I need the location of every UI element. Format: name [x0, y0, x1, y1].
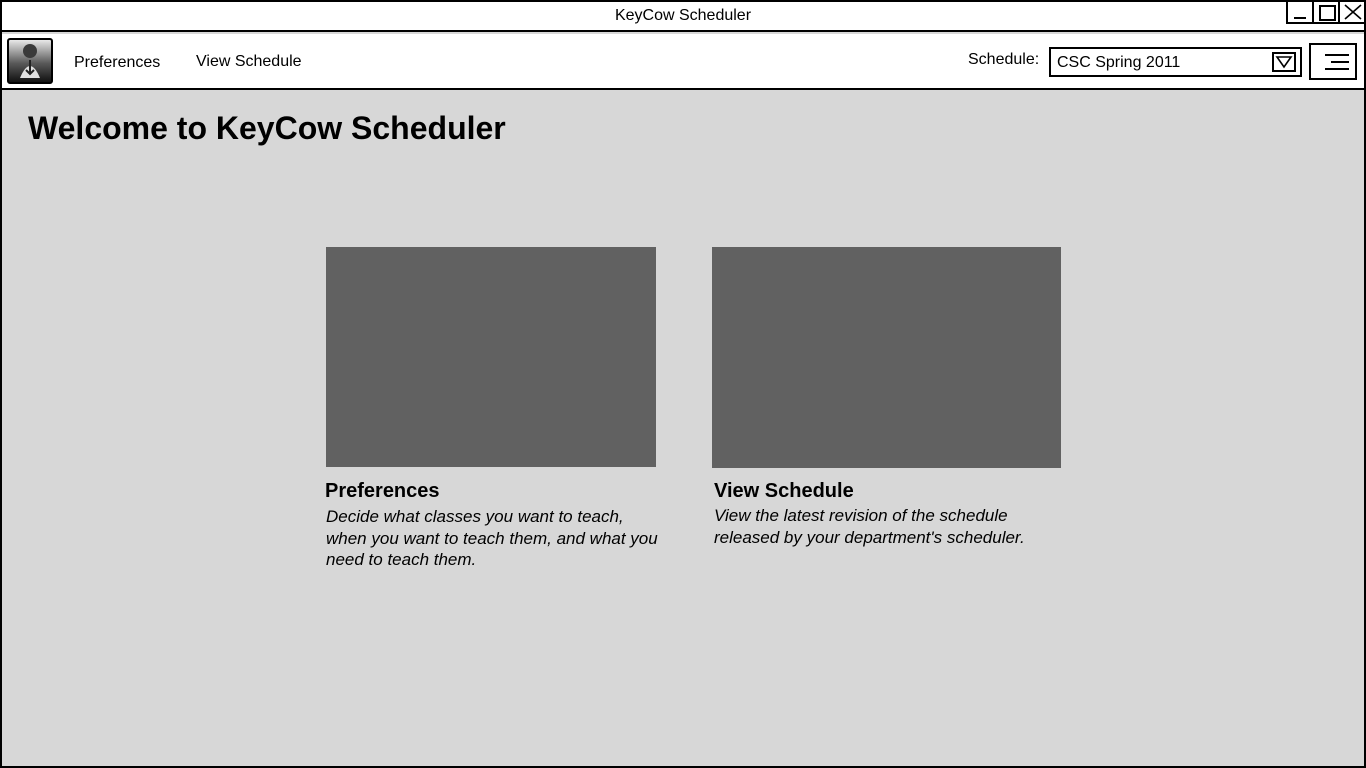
close-button[interactable] — [1338, 2, 1364, 24]
schedule-label: Schedule: — [968, 51, 1040, 68]
toolbar: Preferences View Schedule Schedule: CSC … — [2, 34, 1364, 90]
view-schedule-card-description: View the latest revision of the schedule… — [714, 506, 1025, 547]
user-profile-icon[interactable] — [7, 38, 53, 84]
nav-view-schedule[interactable]: View Schedule — [196, 53, 302, 71]
preferences-card-description: Decide what classes you want to teach, w… — [326, 507, 658, 569]
minimize-button[interactable] — [1286, 2, 1312, 24]
close-icon — [1344, 4, 1362, 20]
chevron-down-icon[interactable] — [1272, 52, 1296, 72]
maximize-button[interactable] — [1312, 2, 1338, 24]
page-title: Welcome to KeyCow Scheduler — [28, 110, 506, 146]
preferences-card-image[interactable] — [326, 247, 656, 467]
view-schedule-card-image[interactable] — [712, 247, 1061, 468]
hamburger-menu-icon[interactable] — [1309, 43, 1357, 80]
window-title: KeyCow Scheduler — [614, 7, 752, 24]
schedule-select[interactable]: CSC Spring 2011 — [1049, 47, 1302, 77]
schedule-select-value: CSC Spring 2011 — [1057, 54, 1181, 71]
window-controls — [1286, 2, 1364, 24]
view-schedule-card-title[interactable]: View Schedule — [714, 480, 854, 503]
app-window: KeyCow Scheduler Preferences View Schedu… — [0, 0, 1366, 768]
preferences-card-title[interactable]: Preferences — [325, 480, 440, 503]
nav-preferences[interactable]: Preferences — [74, 54, 160, 72]
title-bar: KeyCow Scheduler — [2, 2, 1364, 32]
